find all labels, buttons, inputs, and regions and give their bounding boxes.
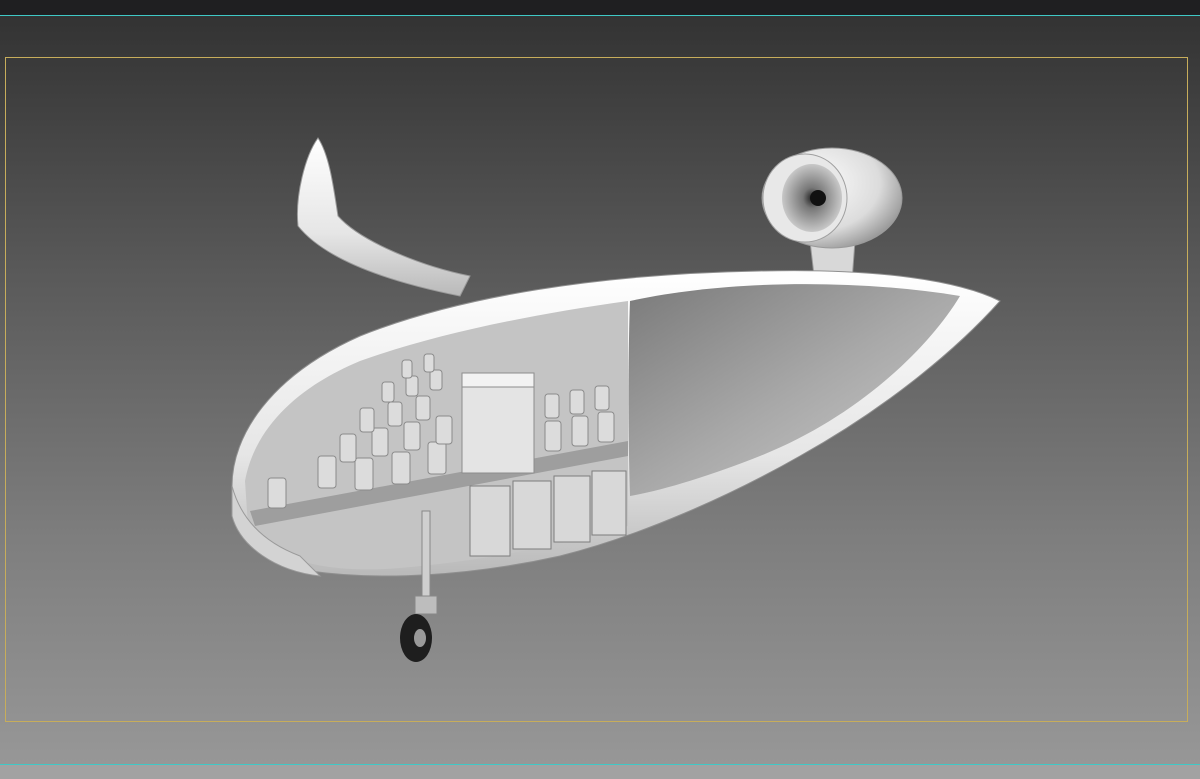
cargo-container	[512, 480, 552, 550]
cargo-container	[591, 470, 627, 536]
3d-viewport[interactable]	[0, 16, 1200, 764]
fuselage-interior-cavity	[628, 284, 960, 496]
viewport-top-bar	[0, 0, 1200, 16]
vertical-stabilizer	[296, 137, 471, 297]
aircraft-cutaway-model	[231, 137, 1001, 662]
viewport-bottom-bar	[0, 764, 1200, 779]
engine-spinner	[810, 190, 826, 206]
galley-unit	[461, 372, 535, 474]
cargo-container	[469, 485, 511, 557]
cargo-container	[553, 475, 591, 543]
